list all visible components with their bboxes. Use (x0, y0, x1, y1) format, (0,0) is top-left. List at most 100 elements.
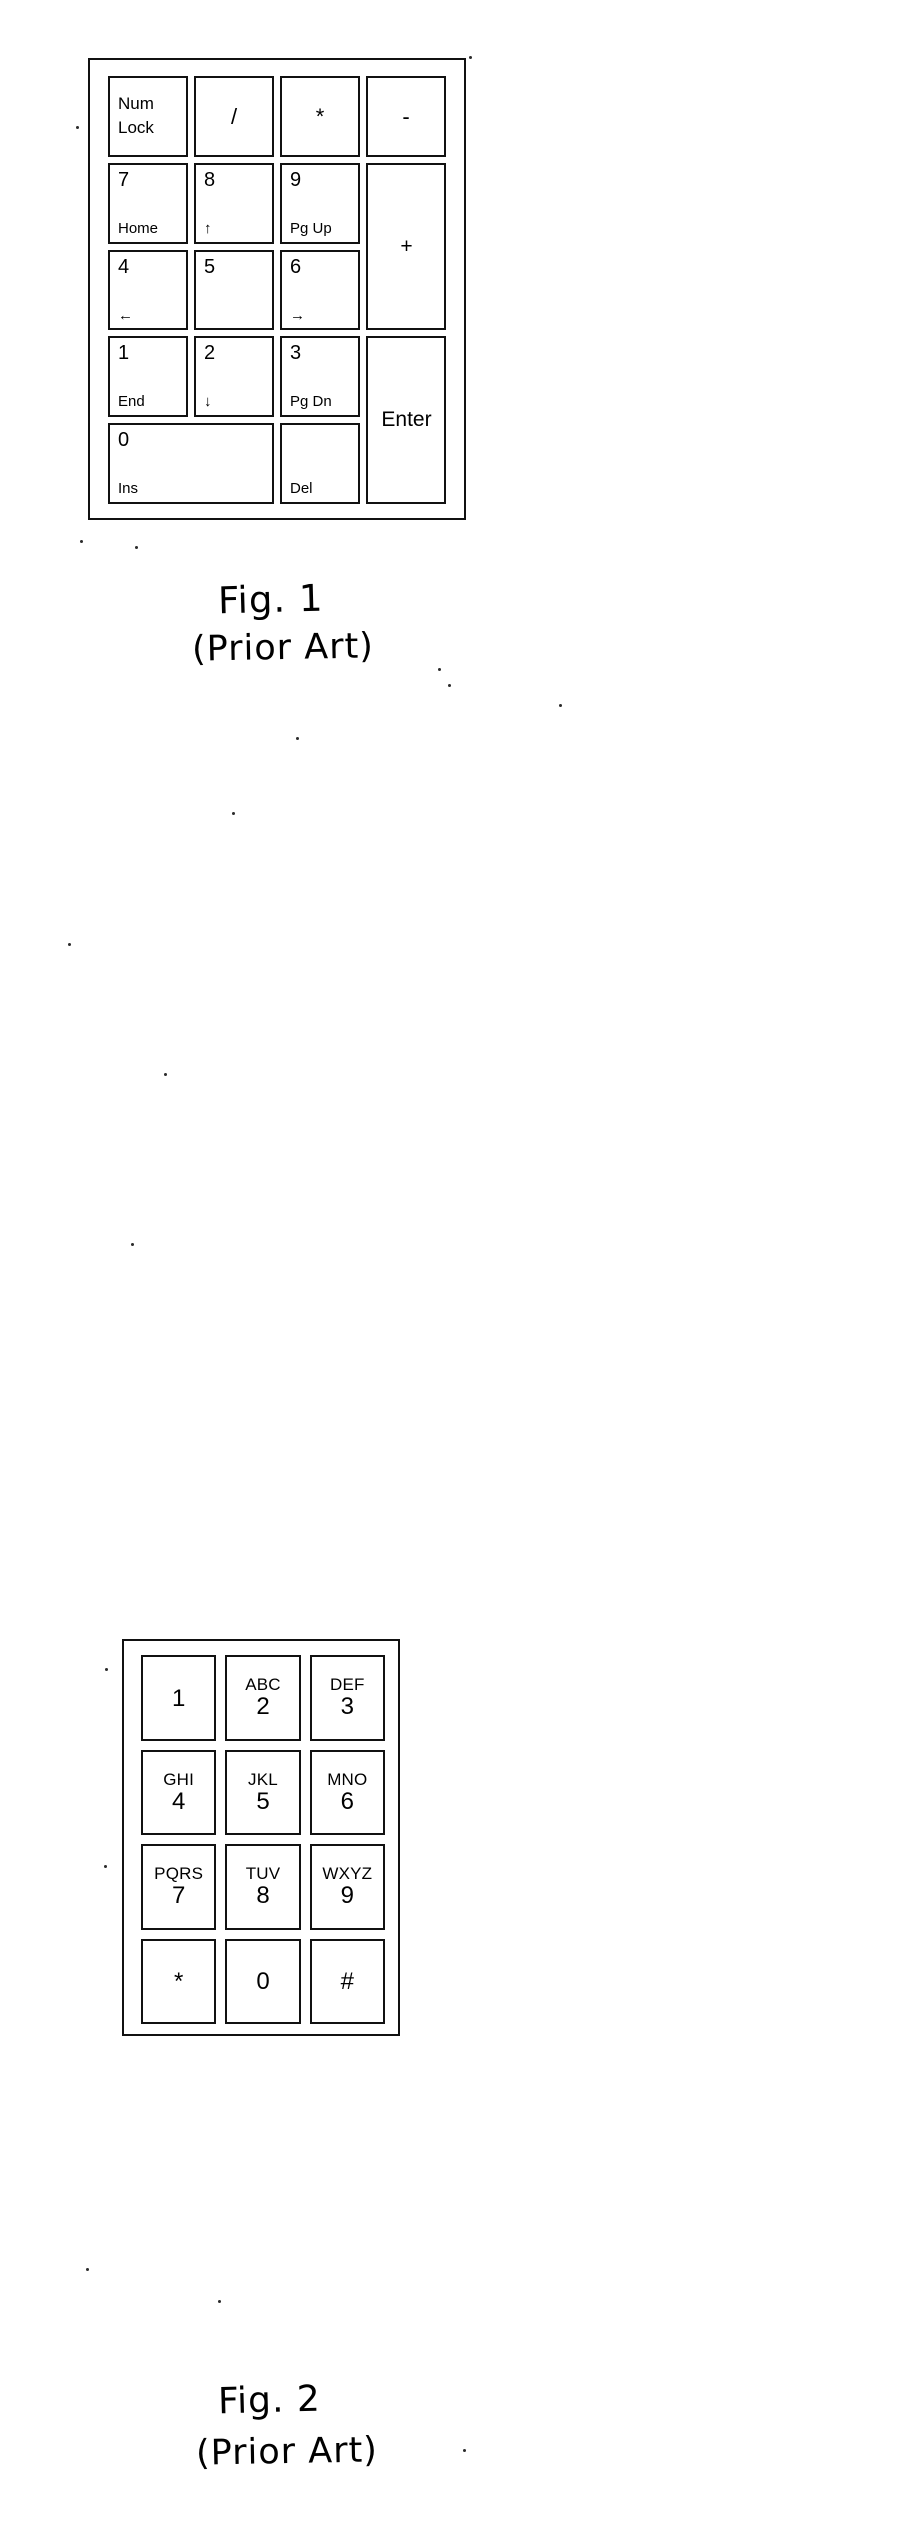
phone-key-4-letters: GHI (163, 1769, 195, 1789)
phone-key-1-digit: 1 (171, 1684, 186, 1712)
key-plus[interactable]: + (366, 162, 446, 331)
scan-speck (68, 943, 71, 946)
phone-key-8[interactable]: TUV 8 (225, 1844, 301, 1930)
phone-key-7-letters: PQRS (154, 1864, 204, 1884)
key-num-lock-line2: Lock (118, 117, 154, 137)
key-6-digit: 6 (290, 255, 302, 278)
scan-speck (469, 56, 472, 59)
phone-key-pound-digit: # (340, 1968, 354, 1996)
key-9-digit: 9 (290, 168, 302, 191)
key-3-digit: 3 (290, 342, 302, 365)
phone-key-2[interactable]: ABC 2 (225, 1655, 301, 1741)
key-2-down[interactable]: 2 ↓ (194, 336, 274, 418)
figure-1-key-grid: Num Lock / * - 7 Home 8 ↑ 9 Pg Up + 4 ← … (108, 76, 446, 504)
figure-1-keypad-outline: Num Lock / * - 7 Home 8 ↑ 9 Pg Up + 4 ← … (88, 58, 466, 520)
phone-key-6[interactable]: MNO 6 (309, 1749, 385, 1835)
key-9-page-up[interactable]: 9 Pg Up (280, 162, 360, 244)
scan-speck (448, 684, 451, 687)
key-plus-label: + (400, 234, 413, 258)
arrow-down-icon: ↓ (204, 393, 212, 411)
key-num-lock[interactable]: Num Lock (108, 76, 188, 157)
scan-speck (232, 812, 235, 815)
key-9-sublabel: Pg Up (290, 219, 332, 237)
phone-key-7-digit: 7 (171, 1882, 186, 1910)
key-delete-sublabel: Del (290, 480, 313, 498)
key-7-home[interactable]: 7 Home (108, 162, 188, 244)
phone-key-8-letters: TUV (245, 1864, 281, 1884)
phone-key-6-digit: 6 (340, 1787, 354, 1815)
phone-key-5[interactable]: JKL 5 (225, 1749, 301, 1835)
key-5[interactable]: 5 (194, 249, 274, 331)
phone-key-0-digit: 0 (256, 1968, 270, 1996)
phone-key-9-letters: WXYZ (322, 1864, 373, 1884)
phone-key-0[interactable]: 0 (225, 1938, 301, 2024)
phone-key-9[interactable]: WXYZ 9 (309, 1844, 385, 1930)
scan-speck (80, 540, 83, 543)
phone-key-4-digit: 4 (171, 1787, 186, 1815)
key-8-up[interactable]: 8 ↑ (194, 162, 274, 244)
phone-key-3-digit: 3 (340, 1693, 354, 1721)
phone-key-9-digit: 9 (340, 1882, 354, 1910)
key-7-digit: 7 (118, 168, 130, 191)
scan-speck (104, 1865, 107, 1868)
phone-key-5-digit: 5 (256, 1787, 270, 1815)
scan-speck (438, 668, 441, 671)
key-0-digit: 0 (118, 429, 130, 452)
scan-speck (463, 2449, 466, 2452)
key-0-insert[interactable]: 0 Ins (108, 423, 274, 504)
key-3-sublabel: Pg Dn (290, 393, 332, 411)
phone-key-6-letters: MNO (327, 1769, 368, 1789)
phone-key-pound[interactable]: # (309, 1938, 385, 2024)
scan-speck (218, 2300, 221, 2303)
key-2-digit: 2 (204, 342, 216, 365)
key-minus[interactable]: - (366, 76, 446, 157)
key-num-lock-line1: Num (118, 94, 154, 114)
figure-2-caption-title: Fig. 2 (217, 2378, 322, 2423)
key-1-sublabel: End (118, 393, 145, 411)
key-1-digit: 1 (118, 342, 130, 365)
figure-1-caption-title: Fig. 1 (217, 576, 324, 623)
patent-drawing-page: Num Lock / * - 7 Home 8 ↑ 9 Pg Up + 4 ← … (0, 0, 908, 2527)
key-minus-label: - (402, 103, 410, 129)
key-divide-label: / (230, 103, 238, 129)
scan-speck (86, 2268, 89, 2271)
scan-speck (131, 1243, 134, 1246)
phone-key-1[interactable]: 1 (141, 1655, 217, 1741)
figure-2-caption-prior-art: (Prior Art) (195, 2430, 379, 2474)
phone-key-4[interactable]: GHI 4 (141, 1749, 217, 1835)
key-decimal-delete[interactable]: Del (280, 423, 360, 504)
scan-speck (559, 704, 562, 707)
arrow-right-icon: → (290, 306, 305, 324)
key-enter[interactable]: Enter (366, 336, 446, 504)
phone-key-7[interactable]: PQRS 7 (141, 1844, 217, 1930)
key-multiply[interactable]: * (280, 76, 360, 157)
arrow-left-icon: ← (118, 306, 133, 324)
phone-key-8-digit: 8 (256, 1882, 270, 1910)
scan-speck (76, 126, 79, 129)
key-3-page-down[interactable]: 3 Pg Dn (280, 336, 360, 418)
phone-key-star[interactable]: * (141, 1938, 217, 2024)
scan-speck (164, 1073, 167, 1076)
phone-key-star-digit: * (173, 1968, 184, 1996)
figure-2-keypad-outline: 1 ABC 2 DEF 3 GHI 4 JKL 5 MNO 6 PQRS 7 T… (122, 1639, 400, 2036)
key-4-left[interactable]: 4 ← (108, 249, 188, 331)
key-multiply-label: * (315, 103, 325, 129)
key-0-sublabel: Ins (118, 480, 139, 498)
phone-key-3[interactable]: DEF 3 (309, 1655, 385, 1741)
phone-key-3-letters: DEF (330, 1675, 365, 1695)
phone-key-2-digit: 2 (256, 1693, 270, 1721)
scan-speck (105, 1668, 108, 1671)
key-4-digit: 4 (118, 255, 130, 278)
key-8-digit: 8 (204, 168, 216, 191)
key-divide[interactable]: / (194, 76, 274, 157)
key-1-end[interactable]: 1 End (108, 336, 188, 418)
scan-speck (135, 546, 138, 549)
phone-key-5-letters: JKL (248, 1769, 278, 1789)
phone-key-2-letters: ABC (245, 1675, 281, 1695)
key-7-sublabel: Home (118, 219, 159, 237)
figure-2-key-grid: 1 ABC 2 DEF 3 GHI 4 JKL 5 MNO 6 PQRS 7 T… (141, 1655, 385, 2024)
key-6-right[interactable]: 6 → (280, 249, 360, 331)
arrow-up-icon: ↑ (204, 219, 212, 237)
figure-1-caption-prior-art: (Prior Art) (191, 626, 375, 670)
scan-speck (296, 737, 299, 740)
